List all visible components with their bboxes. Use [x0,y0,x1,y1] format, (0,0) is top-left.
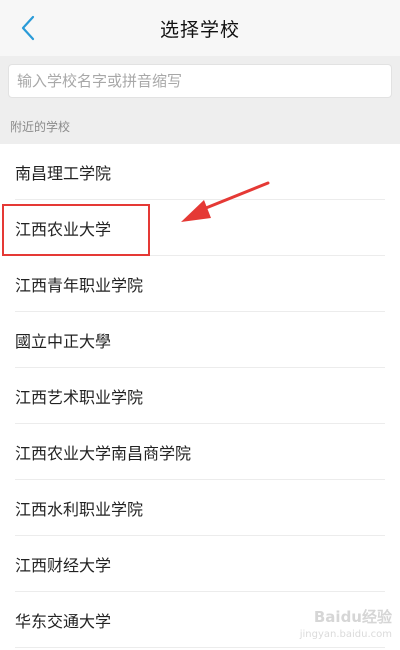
back-button[interactable] [8,8,48,48]
search-input[interactable] [8,64,392,98]
school-item[interactable]: 南昌理工学院 [0,144,400,200]
select-school-screen: 选择学校 附近的学校 南昌理工学院 江西农业大学 江西青年职业学院 國立中正大學… [0,0,400,650]
search-bar [0,56,400,108]
school-item[interactable]: 江西艺术职业学院 [0,368,400,424]
header-bar: 选择学校 [0,0,400,56]
school-item[interactable]: 江西青年职业学院 [0,256,400,312]
school-item[interactable]: 江西农业大学南昌商学院 [0,424,400,480]
school-item[interactable]: 江西财经大学 [0,536,400,592]
school-item[interactable]: 國立中正大學 [0,312,400,368]
page-title: 选择学校 [159,18,240,41]
school-item[interactable]: 江西水利职业学院 [0,480,400,536]
school-list: 南昌理工学院 江西农业大学 江西青年职业学院 國立中正大學 江西艺术职业学院 江… [0,144,400,650]
school-item[interactable]: 江西农业大学 [0,200,400,256]
nearby-schools-header: 附近的学校 [0,108,400,144]
chevron-left-icon [21,15,35,41]
school-item[interactable]: 华东交通大学 [0,592,400,648]
